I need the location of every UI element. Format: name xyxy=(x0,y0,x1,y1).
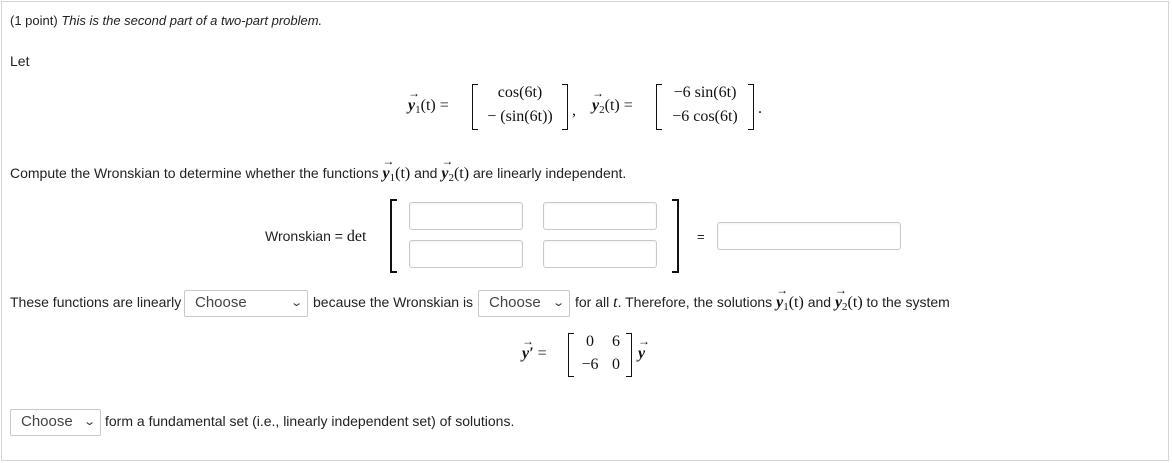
chevron-down-icon: ⌄ xyxy=(551,297,565,309)
y2-bottom-entry: −6 cos(6t) xyxy=(672,108,738,125)
y2-top-entry: −6 sin(6t) xyxy=(673,84,737,101)
wronskian-status-select[interactable]: Choose ⌄ xyxy=(478,290,570,317)
wronskian-is-text: because the Wronskian is xyxy=(313,294,474,310)
wronskian-equals: = xyxy=(697,229,705,244)
solutions-sentence: for all t. Therefore, the solutions y1(t… xyxy=(575,283,950,313)
y1-bottom-entry: − (sin(6t)) xyxy=(487,108,553,125)
chevron-down-icon: ⌄ xyxy=(289,297,303,309)
wronskian-input-r2c1[interactable] xyxy=(409,240,523,268)
chevron-down-icon: ⌄ xyxy=(82,416,96,428)
y1-top-entry: cos(6t) xyxy=(497,84,543,101)
wronskian-input-r2c2[interactable] xyxy=(543,240,657,268)
wronskian-input-r1c2[interactable] xyxy=(543,202,657,230)
wronskian-input-r1c1[interactable] xyxy=(409,202,523,230)
independence-select[interactable]: Choose ⌄ xyxy=(184,290,308,317)
matrix-r1c1: 0 xyxy=(586,333,594,350)
vector-period: . xyxy=(758,100,762,117)
y2-right-bracket xyxy=(748,84,754,130)
system-rhs: y xyxy=(638,334,645,363)
problem-note: This is the second part of a two-part pr… xyxy=(61,13,323,28)
det-label: det xyxy=(346,228,367,245)
compute-instruction: Compute the Wronskian to determine wheth… xyxy=(10,154,626,184)
system-lhs: y′ = xyxy=(522,334,547,363)
fundamental-set-select[interactable]: Choose ⌄ xyxy=(10,409,101,436)
y2-label: y2(t) = xyxy=(592,86,633,116)
matrix-r1c2: 6 xyxy=(612,333,620,350)
y1-left-bracket xyxy=(472,84,478,130)
problem-header: (1 point) This is the second part of a t… xyxy=(10,13,322,28)
system-left-bracket xyxy=(568,333,574,377)
wronskian-label: Wronskian = det xyxy=(265,228,367,245)
problem-frame xyxy=(1,1,1169,461)
wronskian-right-bracket xyxy=(672,199,679,273)
system-right-bracket xyxy=(626,333,632,377)
matrix-r2c2: 0 xyxy=(612,356,620,373)
points-label: (1 point) xyxy=(10,13,58,28)
fundamental-set-text: form a fundamental set (i.e., linearly i… xyxy=(105,413,515,429)
y1-label: y1(t) = xyxy=(408,86,449,116)
y1-right-bracket xyxy=(562,84,568,130)
matrix-r2c1: −6 xyxy=(581,356,599,373)
let-label: Let xyxy=(10,53,30,69)
wronskian-left-bracket xyxy=(390,199,397,273)
vector-comma: , xyxy=(572,102,576,119)
wronskian-value-input[interactable] xyxy=(717,222,901,250)
independence-prefix: These functions are linearly xyxy=(10,294,182,310)
